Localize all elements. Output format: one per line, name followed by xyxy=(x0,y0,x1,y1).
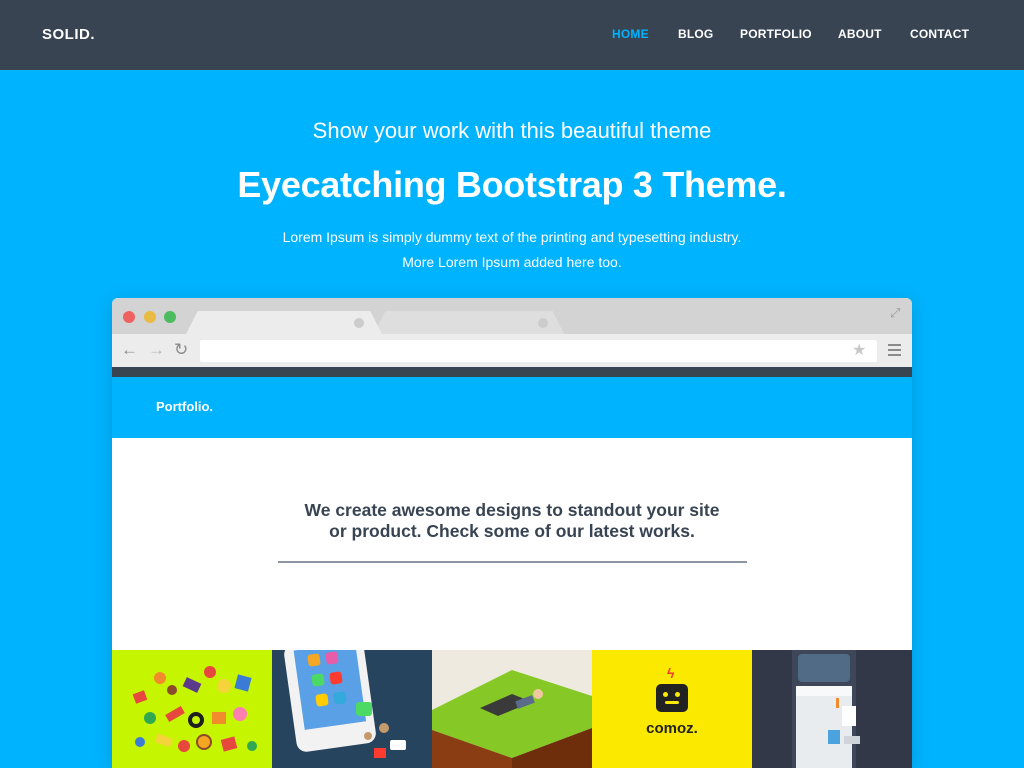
nav-link-about[interactable]: ABOUT xyxy=(838,27,882,41)
hero-text-line-2: More Lorem Ipsum added here too. xyxy=(402,254,622,270)
browser-tab-bar: ⤢ xyxy=(112,298,912,334)
forward-arrow-icon: → xyxy=(148,340,165,359)
inner-site-header: Portfolio. xyxy=(112,377,912,438)
portfolio-grid: ϟ comoz. xyxy=(112,650,912,768)
candies-illustration xyxy=(132,666,257,752)
browser-toolbar: ← → ↻ ★ xyxy=(112,334,912,367)
url-field xyxy=(200,340,877,362)
window-close-dot xyxy=(123,311,135,323)
window-maximize-dot xyxy=(164,311,176,323)
phone-illustration xyxy=(284,650,406,758)
inner-site-logo: Portfolio. xyxy=(156,399,214,414)
hero-text-line-1: Lorem Ipsum is simply dummy text of the … xyxy=(282,229,742,245)
top-navbar: SOLID. HOME BLOG PORTFOLIO ABOUT CONTACT xyxy=(0,0,1024,70)
browser-tab-active xyxy=(186,311,382,334)
water-cooler-illustration xyxy=(792,650,860,768)
browser-tab-inactive xyxy=(374,311,564,334)
nav-link-contact[interactable]: CONTACT xyxy=(910,27,969,41)
thumb-water-cooler xyxy=(752,650,912,768)
thumb-comoz: ϟ comoz. xyxy=(592,650,752,768)
nav-link-portfolio[interactable]: PORTFOLIO xyxy=(740,27,812,41)
thumb-landscape xyxy=(432,650,592,768)
comoz-label: comoz. xyxy=(646,720,698,737)
back-arrow-icon: ← xyxy=(121,340,138,359)
landscape-illustration xyxy=(432,670,592,768)
reload-icon: ↻ xyxy=(174,340,189,359)
browser-mockup: ⤢ ← → ↻ ★ Portfolio. We create awesome d… xyxy=(112,298,912,768)
nav-link-home[interactable]: HOME xyxy=(612,27,649,41)
hero-title: Eyecatching Bootstrap 3 Theme. xyxy=(237,164,787,205)
thumb-candies xyxy=(112,650,272,768)
expand-icon: ⤢ xyxy=(890,305,901,320)
window-minimize-dot xyxy=(144,311,156,323)
star-icon: ★ xyxy=(852,342,867,359)
menu-icon xyxy=(888,344,901,359)
tagline-divider xyxy=(278,561,747,563)
thumb-phone xyxy=(272,650,432,768)
site-logo[interactable]: SOLID. xyxy=(42,26,95,43)
hero-subtitle: Show your work with this beautiful theme xyxy=(312,118,712,143)
inner-tagline-line-2: or product. Check some of our latest wor… xyxy=(329,521,695,541)
nav-link-blog[interactable]: BLOG xyxy=(678,27,713,41)
inner-site-intro: We create awesome designs to standout yo… xyxy=(112,438,912,650)
robot-icon xyxy=(656,684,688,712)
inner-tagline-line-1: We create awesome designs to standout yo… xyxy=(304,500,720,520)
bolt-icon: ϟ xyxy=(667,665,675,681)
tab-close-icon xyxy=(538,318,548,328)
tab-close-icon xyxy=(354,318,364,328)
inner-site-topbar xyxy=(112,367,912,377)
